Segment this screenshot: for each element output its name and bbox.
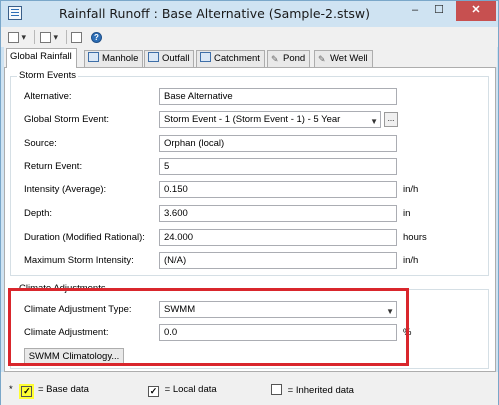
dropdown-arrow-icon: ▾ (53, 32, 59, 42)
inherited-data-label: = Inherited data (287, 385, 354, 396)
storm-events-group: Storm Events (10, 70, 489, 276)
title-bar[interactable]: Rainfall Runoff : Base Alternative (Samp… (1, 1, 498, 27)
chevron-down-icon: ▼ (386, 307, 394, 316)
source-label: Source: (24, 138, 57, 149)
copy-icon (40, 32, 51, 44)
new-dropdown-button[interactable]: ▾ (8, 30, 26, 44)
intensity-unit: in/h (403, 184, 419, 195)
pencil-icon (318, 52, 327, 62)
duration-label: Duration (Modified Rational): (24, 232, 145, 243)
global-storm-event-value: Storm Event - 1 (Storm Event - 1) - 5 Ye… (164, 114, 341, 125)
chevron-down-icon: ▼ (370, 117, 378, 126)
alternative-field[interactable]: Base Alternative (159, 88, 397, 105)
toolbar-separator (66, 30, 67, 44)
climate-adjustments-legend: Climate Adjustments (17, 283, 108, 294)
depth-field[interactable]: 3.600 (159, 205, 397, 222)
manhole-icon (88, 52, 99, 62)
outfall-icon (148, 52, 159, 62)
duration-field[interactable]: 24.000 (159, 229, 397, 246)
window-title: Rainfall Runoff : Base Alternative (Samp… (58, 6, 370, 21)
local-data-legend: ✓ = Local data (148, 384, 217, 397)
global-rainfall-panel: Storm Events Alternative: Base Alternati… (4, 67, 496, 372)
max-storm-intensity-unit: in/h (403, 255, 419, 266)
new-icon (8, 32, 19, 44)
tab-global-rainfall[interactable]: Global Rainfall (6, 48, 77, 68)
source-field[interactable]: Orphan (local) (159, 135, 397, 152)
help-icon: ? (91, 32, 102, 44)
tab-outfall[interactable]: Outfall (144, 50, 195, 67)
local-data-checkbox: ✓ (148, 386, 159, 397)
global-storm-event-select[interactable]: Storm Event - 1 (Storm Event - 1) - 5 Ye… (159, 111, 381, 128)
base-data-label: = Base data (37, 384, 89, 395)
intensity-field[interactable]: 0.150 (159, 181, 397, 198)
help-button[interactable]: ? (91, 30, 102, 44)
climate-adjustment-unit: % (403, 327, 412, 338)
climate-adjustment-type-label: Climate Adjustment Type: (24, 304, 132, 315)
document-icon (71, 32, 82, 44)
tab-strip: Global Rainfall Manhole Outfall Catchmen… (4, 47, 497, 68)
inherited-data-checkbox (271, 384, 282, 395)
global-storm-event-label: Global Storm Event: (24, 114, 110, 125)
max-storm-intensity-field[interactable]: (N/A) (159, 252, 397, 269)
status-bar: * ✓ = Base data ✓ = Local data = Inherit… (1, 372, 498, 405)
local-data-label: = Local data (164, 384, 217, 395)
storm-event-browse-button[interactable]: ... (384, 112, 398, 127)
storm-events-legend: Storm Events (17, 70, 79, 81)
return-event-label: Return Event: (24, 161, 83, 172)
catchment-icon (200, 52, 211, 62)
duration-unit: hours (403, 232, 427, 243)
base-data-legend: * ✓ = Base data (9, 384, 89, 399)
copy-dropdown-button[interactable]: ▾ (40, 30, 58, 44)
tab-catchment[interactable]: Catchment (196, 50, 265, 67)
depth-label: Depth: (24, 208, 52, 219)
inherited-data-legend: = Inherited data (271, 384, 354, 396)
climate-adjustment-field[interactable]: 0.0 (159, 324, 397, 341)
save-button[interactable] (71, 30, 82, 44)
toolbar-separator (34, 30, 35, 44)
climate-adjustment-type-value: SWMM (164, 304, 196, 315)
swmm-climatology-button[interactable]: SWMM Climatology... (24, 348, 124, 365)
asterisk-marker: * (9, 384, 13, 395)
tab-wet-well[interactable]: Wet Well (314, 50, 373, 67)
return-event-field[interactable]: 5 (159, 158, 397, 175)
close-button[interactable]: ✕ (456, 1, 496, 21)
depth-unit: in (403, 208, 411, 219)
dropdown-arrow-icon: ▾ (21, 32, 27, 42)
toolbar: ▾ ▾ ? (1, 27, 498, 47)
base-data-checkbox: ✓ (19, 384, 35, 399)
tab-pond[interactable]: Pond (267, 50, 311, 67)
climate-adjustment-label: Climate Adjustment: (24, 327, 109, 338)
minimize-button[interactable]: – (402, 1, 428, 21)
tab-manhole[interactable]: Manhole (84, 50, 144, 67)
alternative-label: Alternative: (24, 91, 72, 102)
rainfall-runoff-window: Rainfall Runoff : Base Alternative (Samp… (0, 0, 499, 405)
max-storm-intensity-label: Maximum Storm Intensity: (24, 255, 134, 266)
maximize-button[interactable]: ☐ (426, 1, 452, 21)
pencil-icon (271, 52, 280, 62)
intensity-label: Intensity (Average): (24, 184, 107, 195)
climate-adjustment-type-select[interactable]: SWMM ▼ (159, 301, 397, 318)
